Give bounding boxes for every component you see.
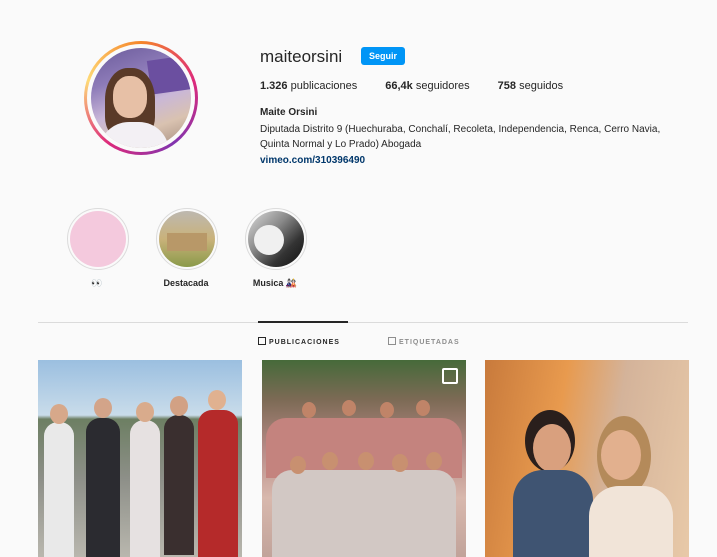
highlight-1[interactable]: 👀	[67, 208, 129, 289]
avatar-image	[91, 48, 191, 148]
post-thumbnail-1[interactable]	[38, 360, 242, 557]
profile-full-name: Maite Orsini	[260, 107, 318, 118]
highlight-3[interactable]: Musica 🎎	[245, 208, 307, 289]
profile-avatar[interactable]	[84, 41, 198, 155]
tab-etiquetadas[interactable]: Etiquetadas	[388, 337, 460, 346]
post-thumbnail-3[interactable]	[485, 360, 689, 557]
highlight-2[interactable]: Destacada	[156, 208, 218, 288]
highlight-circle	[156, 208, 218, 270]
follow-button[interactable]: Seguir	[361, 47, 406, 65]
highlight-circle	[245, 208, 307, 270]
following-count[interactable]: 758 seguidos	[498, 80, 563, 92]
tag-icon	[388, 337, 396, 345]
profile-username: maiteorsini	[260, 47, 343, 66]
highlight-circle	[67, 208, 129, 270]
posts-count: 1.326 publicaciones	[260, 80, 358, 92]
highlight-label: Musica 🎎	[252, 278, 298, 288]
active-tab-indicator	[258, 321, 348, 323]
followers-count[interactable]: 66,4k seguidores	[385, 80, 469, 92]
tabs-divider	[38, 322, 688, 323]
avatar-border	[87, 44, 195, 152]
highlight-label: 👀	[91, 278, 103, 288]
grid-icon	[258, 337, 266, 345]
carousel-icon	[442, 368, 458, 384]
tab-publicaciones[interactable]: Publicaciones	[258, 337, 340, 346]
highlight-label: Destacada	[163, 278, 209, 288]
profile-stats: 1.326 publicaciones 66,4k seguidores 758…	[260, 80, 591, 92]
post-thumbnail-2[interactable]	[262, 360, 466, 557]
bw-photo-thumbnail	[248, 211, 304, 267]
pink-note-thumbnail	[70, 211, 126, 267]
profile-link[interactable]: vimeo.com/310396490	[260, 155, 365, 166]
profile-bio: Diputada Distrito 9 (Huechuraba, Conchal…	[260, 124, 661, 150]
building-thumbnail	[159, 211, 215, 267]
